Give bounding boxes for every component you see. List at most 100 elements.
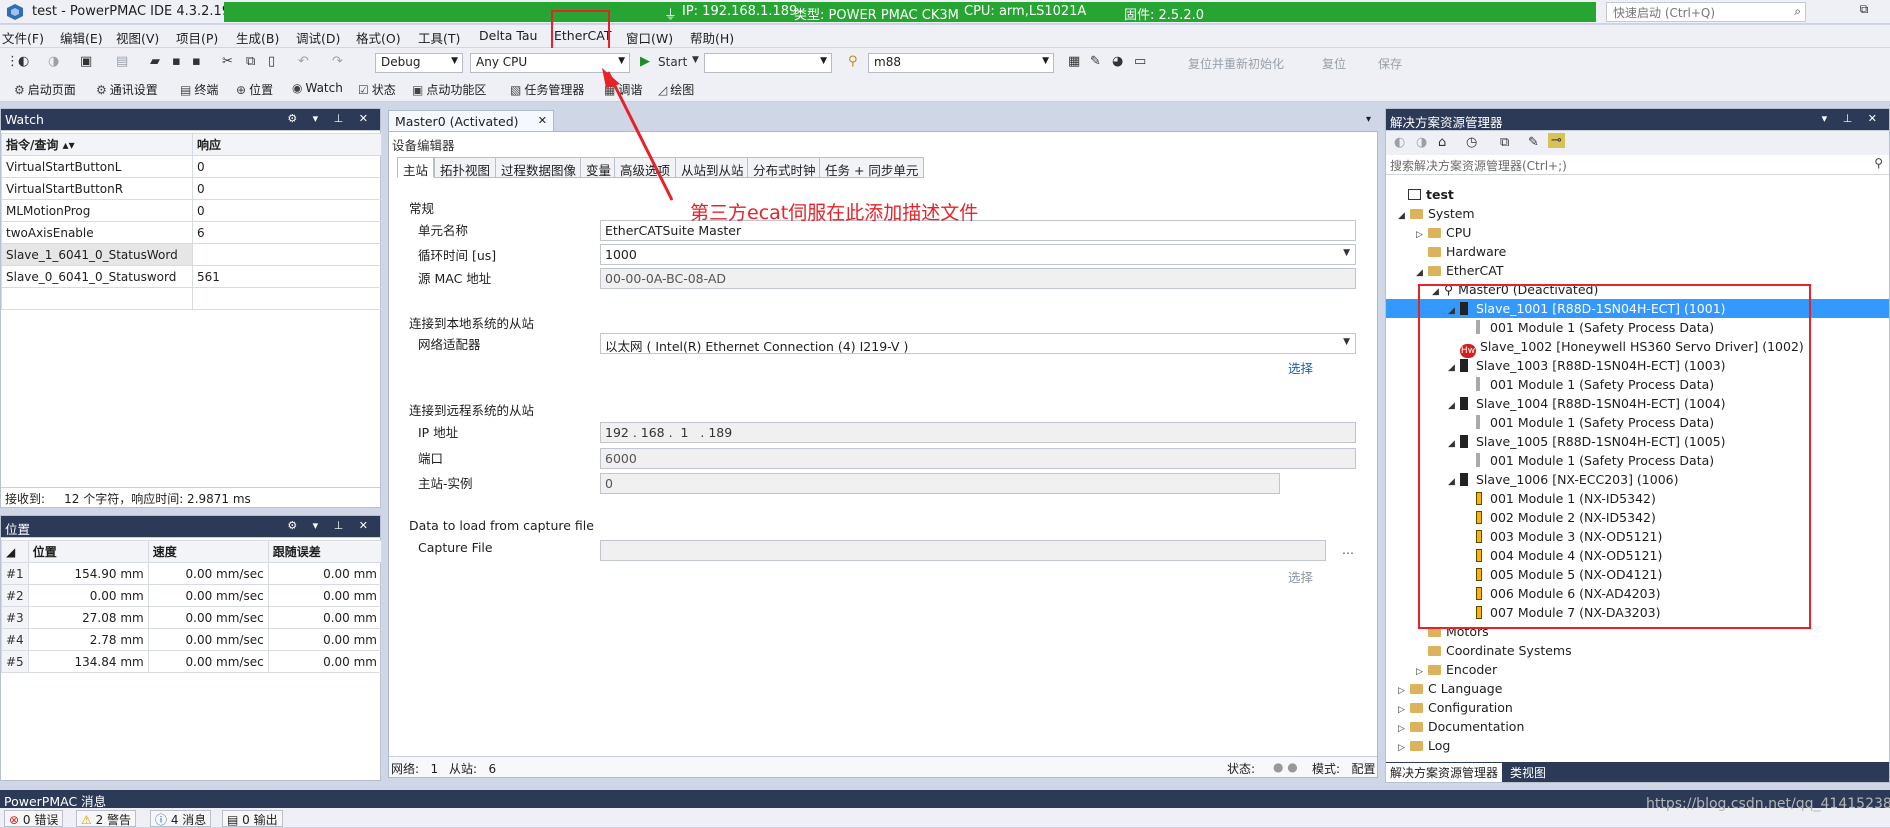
comm-settings-button[interactable]: ⚙ 通讯设置 (96, 81, 158, 98)
infos-button[interactable]: ⓘ 4 消息 (150, 810, 212, 827)
menu-help[interactable]: 帮助(H) (690, 28, 734, 47)
table-row[interactable]: VirtualStartButtonL 0 (1, 155, 382, 178)
select-adapter-link[interactable]: 选择 (1288, 358, 1313, 377)
reset-reinit-button[interactable]: 复位并重新初始化 (1188, 55, 1284, 72)
close-icon[interactable]: ✕ (538, 114, 547, 127)
paste-icon[interactable]: ▯ (268, 54, 275, 69)
menu-debug[interactable]: 调试(D) (296, 28, 340, 47)
add-item-icon[interactable]: ▤ (116, 54, 128, 69)
watch-button[interactable]: ◉ Watch (292, 81, 343, 95)
menu-file[interactable]: 文件(F) (2, 28, 44, 47)
tree-folder-documentation[interactable]: ▷ Documentation (1386, 717, 1889, 736)
jog-ribbon-button[interactable]: ▣ 点动功能区 (412, 81, 486, 98)
tree-folder-c-language[interactable]: ▷ C Language (1386, 679, 1889, 698)
panel-controls-icon[interactable]: ⚙ ▾ ⊥ ✕ (287, 112, 374, 125)
tree-folder-cpu[interactable]: ▷ CPU (1386, 223, 1889, 242)
cut-icon[interactable]: ✂ (222, 54, 233, 69)
subtab-process-image[interactable]: 过程数据图像 (495, 157, 583, 178)
watch-col-command[interactable]: 指令/查询 ▴▾ (1, 133, 193, 156)
expander-icon[interactable]: ▷ (1398, 739, 1410, 758)
port-field[interactable]: 6000 (600, 448, 1356, 469)
restore-window-button[interactable]: ⧉ (1852, 2, 1876, 22)
start-page-button[interactable]: ⚙ 启动页面 (14, 81, 76, 98)
watch-cmd[interactable]: twoAxisEnable (1, 221, 193, 244)
configuration-select[interactable]: Debug ▼ (375, 53, 463, 73)
tree-folder-log[interactable]: ▷ Log (1386, 736, 1889, 755)
menu-format[interactable]: 格式(O) (356, 28, 401, 47)
menu-edit[interactable]: 编辑(E) (60, 28, 103, 47)
browse-capture-button[interactable]: ... (1342, 542, 1354, 557)
tree-folder-hardware[interactable]: Hardware (1386, 242, 1889, 261)
tree-folder-encoder[interactable]: ▷ Encoder (1386, 660, 1889, 679)
table-row-empty[interactable] (1, 287, 382, 310)
quick-launch-input[interactable]: 快速启动 (Ctrl+Q) ⌕ (1606, 2, 1806, 22)
tree-folder-ethercat[interactable]: ◢ EtherCAT (1386, 261, 1889, 280)
collapse-all-icon[interactable]: ⧉ (1500, 135, 1509, 150)
save-button[interactable]: 保存 (1378, 55, 1402, 72)
reset-button[interactable]: 复位 (1322, 55, 1346, 72)
status-button[interactable]: ☑ 状态 (358, 81, 396, 98)
download-icon[interactable]: ▦ (1068, 54, 1080, 69)
network-adapter-select[interactable]: 以太网 ( Intel(R) Ethernet Connection (4) I… (600, 333, 1356, 354)
watch-cmd[interactable]: Slave_0_6041_0_Statusword (1, 265, 193, 288)
table-row[interactable]: twoAxisEnable 6 (1, 221, 382, 244)
properties-icon[interactable]: ✎ (1528, 135, 1539, 150)
terminal-icon[interactable]: ▭ (1134, 54, 1146, 69)
output-button[interactable]: ▤ 0 输出 (222, 810, 283, 827)
target-select[interactable]: ▼ (704, 53, 832, 73)
tree-folder-coord-systems[interactable]: Coordinate Systems (1386, 641, 1889, 660)
menu-view[interactable]: 视图(V) (116, 28, 159, 47)
errors-button[interactable]: ⊗ 0 错误 (4, 810, 64, 827)
menu-tools[interactable]: 工具(T) (418, 28, 460, 47)
select-capture-link[interactable]: 选择 (1288, 567, 1313, 586)
tab-solution-explorer[interactable]: 解决方案资源管理器 (1386, 763, 1503, 782)
watch-cmd[interactable]: VirtualStartButtonL (1, 155, 193, 178)
pin-icon[interactable]: ⊸ (1548, 133, 1565, 148)
new-project-icon[interactable]: ▣ (80, 54, 92, 69)
undo-icon[interactable]: ↶ (298, 54, 309, 69)
ip-address-field[interactable]: 192 . 168 . 1 . 189 (600, 422, 1356, 443)
subtab-task-sync[interactable]: 任务 + 同步单元 (819, 157, 925, 178)
task-manager-button[interactable]: ▧ 任务管理器 (510, 81, 584, 98)
tree-folder-system[interactable]: ◢ System (1386, 204, 1889, 223)
panel-controls-icon[interactable]: ▾ ⊥ ✕ (1822, 112, 1883, 125)
redo-icon[interactable]: ↷ (332, 54, 343, 69)
copy-icon[interactable]: ⧉ (246, 54, 255, 69)
solution-search-input[interactable]: 搜索解决方案资源管理器(Ctrl+;) ⚲ (1386, 155, 1889, 175)
subtab-distributed-clock[interactable]: 分布式时钟 (747, 157, 822, 178)
watch-cmd[interactable]: MLMotionProg (1, 199, 193, 222)
warnings-button[interactable]: ⚠ 2 警告 (76, 810, 137, 827)
cycle-time-select[interactable]: 1000 ▼ (600, 244, 1356, 265)
menu-delta-tau[interactable]: Delta Tau (479, 28, 537, 43)
project-select[interactable]: m88 ▼ (868, 53, 1054, 73)
terminal-button[interactable]: ▤ 终端 (180, 81, 218, 98)
forward-icon[interactable]: ◑ (1416, 135, 1427, 150)
find-icon[interactable]: ⚲ (848, 54, 858, 69)
panel-controls-icon[interactable]: ⚙ ▾ ⊥ ✕ (287, 519, 374, 532)
save-all-icon[interactable]: ▪ (192, 54, 201, 69)
watch-col-response[interactable]: 响应 (192, 133, 382, 156)
back-icon[interactable]: ◐ (1394, 135, 1405, 150)
gauge-icon[interactable]: ◕ (1112, 54, 1123, 69)
chevron-down-icon[interactable]: ▼ (692, 55, 699, 65)
menu-window[interactable]: 窗口(W) (626, 28, 673, 47)
back-icon[interactable]: ◐ (18, 54, 29, 69)
table-row[interactable]: VirtualStartButtonR 0 (1, 177, 382, 200)
watch-cmd[interactable]: Slave_1_6041_0_StatusWord (1, 243, 193, 266)
start-button[interactable]: Start (658, 55, 687, 69)
menu-build[interactable]: 生成(B) (236, 28, 279, 47)
open-folder-icon[interactable]: ▰ (150, 54, 160, 69)
forward-icon[interactable]: ◑ (48, 54, 59, 69)
table-row[interactable]: MLMotionProg 0 (1, 199, 382, 222)
subtab-slave-to-slave[interactable]: 从站到从站 (675, 157, 750, 178)
position-button[interactable]: ⊕ 位置 (236, 81, 273, 98)
master-instance-field[interactable]: 0 (600, 473, 1280, 494)
tab-master0[interactable]: Master0 (Activated) ✕ (388, 110, 554, 131)
watch-cmd[interactable]: VirtualStartButtonR (1, 177, 193, 200)
history-icon[interactable]: ◷ (1466, 135, 1477, 150)
start-icon[interactable]: ▶ (640, 54, 650, 69)
capture-file-field[interactable] (600, 540, 1326, 561)
table-row[interactable]: Slave_0_6041_0_Statusword 561 (1, 265, 382, 288)
home-icon[interactable]: ⌂ (1438, 135, 1446, 150)
editor-overflow-icon[interactable]: ▾ (1366, 114, 1371, 125)
